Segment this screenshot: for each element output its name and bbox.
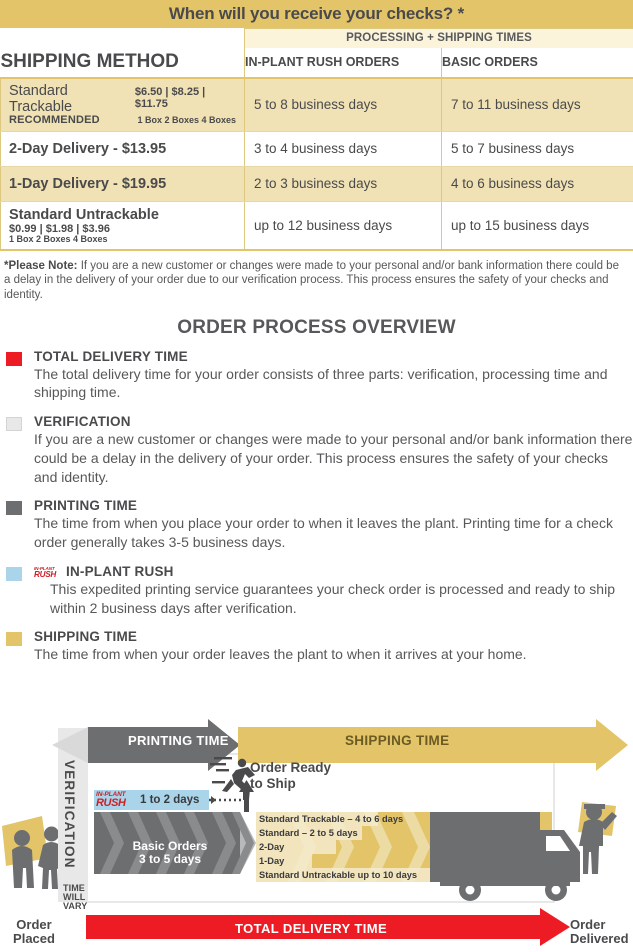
order-delivered-line1: Order — [570, 917, 606, 932]
order-ready-line1: Order Ready — [250, 760, 332, 775]
printing-time-arrow-label: PRINTING TIME — [128, 733, 229, 748]
order-ready-to-ship-label: Order Ready to Ship — [250, 760, 331, 791]
customers-illustration — [2, 816, 63, 889]
infographic-page: When will you receive your checks? * PRO… — [0, 0, 633, 952]
basic-orders-line1: Basic Orders — [132, 839, 208, 853]
rush-days-label: 1 to 2 days — [140, 794, 200, 806]
verification-label: VERIFICATION — [62, 760, 77, 869]
in-plant-rush-badge-icon: IN-PLANT RUSH — [96, 792, 138, 810]
rush-badge-line2: RUSH — [96, 797, 126, 810]
shipping-row-label-2-day: 2-Day — [259, 842, 285, 852]
total-delivery-time-label: TOTAL DELIVERY TIME — [235, 921, 388, 936]
order-placed-line2: Placed — [13, 931, 55, 947]
shipping-row-label-standard-trackable: Standard Trackable – 4 to 6 days — [259, 814, 404, 824]
delivery-person-illustration — [578, 802, 617, 874]
time-will-vary-line3: VARY — [63, 901, 88, 912]
order-placed-label: Order Placed — [4, 917, 64, 947]
shipping-time-arrow-label: SHIPPING TIME — [345, 733, 450, 748]
order-ready-line2: to Ship — [250, 775, 296, 791]
order-timeline-diagram — [2, 719, 628, 946]
shipping-row-label-standard: Standard – 2 to 5 days — [259, 828, 358, 838]
time-will-vary-label: TIME WILL VARY — [63, 883, 88, 912]
order-placed-line1: Order — [16, 917, 52, 932]
order-delivered-label: Order Delivered — [570, 917, 633, 947]
shipping-row-label-standard-untrackable: Standard Untrackable up to 10 days — [259, 870, 418, 880]
order-delivered-line2: Delivered — [570, 931, 629, 947]
basic-orders-label: Basic Orders 3 to 5 days — [125, 839, 215, 867]
shipping-row-label-1-day: 1-Day — [259, 856, 285, 866]
basic-orders-line2: 3 to 5 days — [138, 852, 202, 867]
